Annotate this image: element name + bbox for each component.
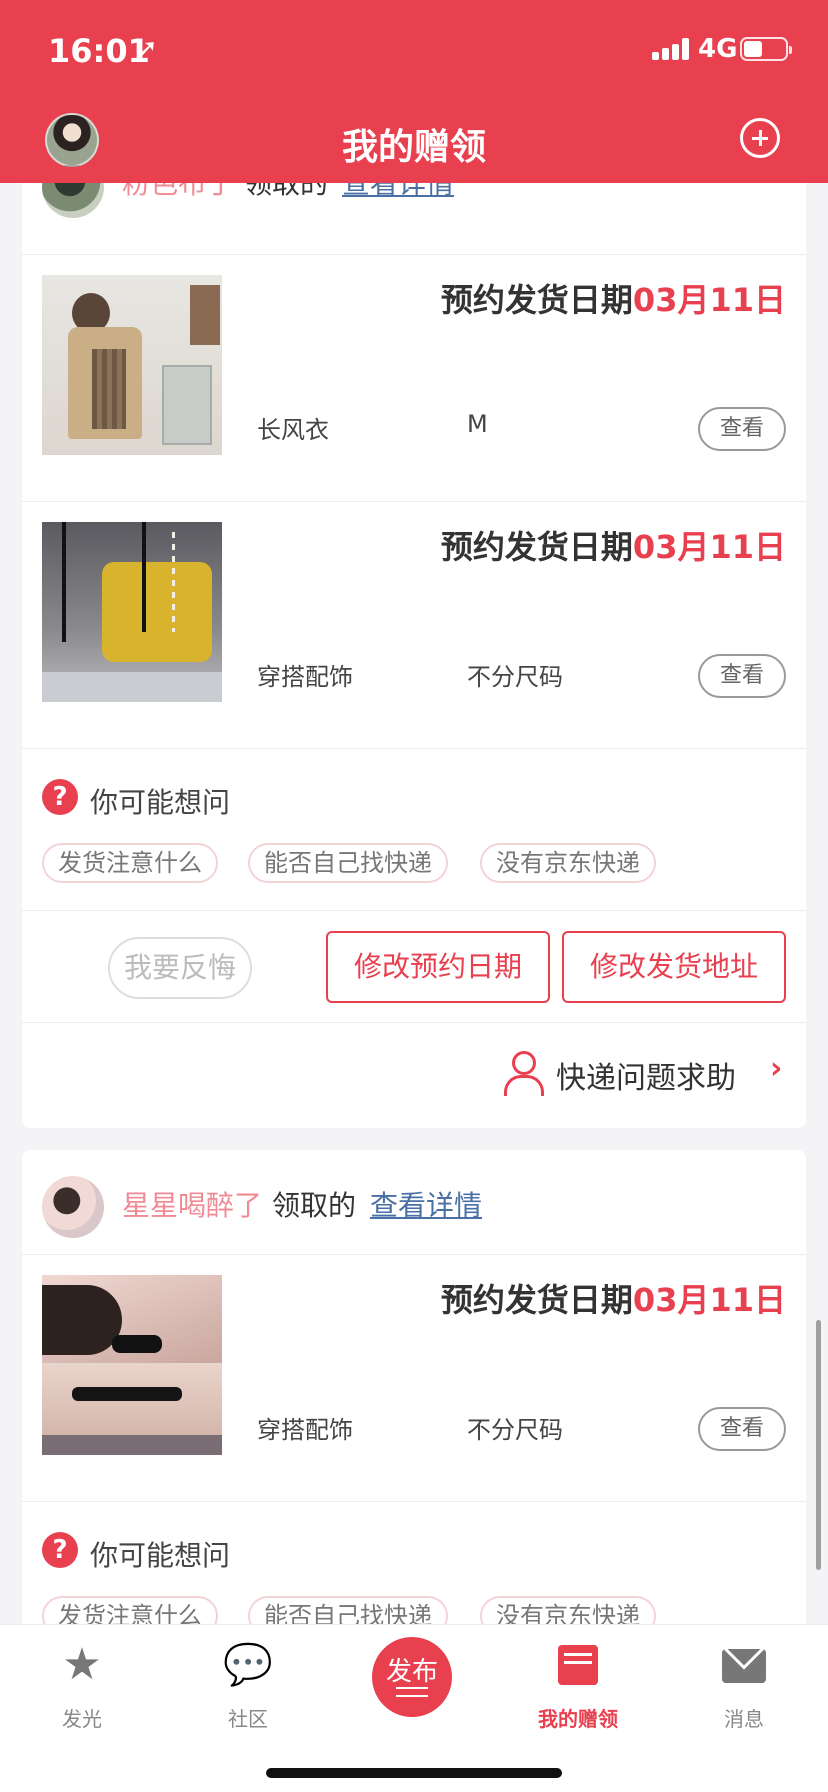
item-name: 长风衣 [257,416,329,444]
home-indicator [266,1768,562,1778]
giver-row: 星星喝醉了 领取的 查看详情 [22,1150,806,1255]
publish-icon [396,1687,428,1697]
gift-card: 粉色布丁 领取的 查看详情 预约发货日期03月11日 长风衣 M 查看 预约发货… [22,150,806,1128]
item-row: 预约发货日期03月11日 长风衣 M 查看 [22,255,806,502]
view-button[interactable]: 查看 [698,407,786,451]
ship-date: 预约发货日期03月11日 [440,528,786,566]
item-row: 预约发货日期03月11日 穿搭配饰 不分尺码 查看 [22,502,806,749]
gift-card: 星星喝醉了 领取的 查看详情 预约发货日期03月11日 穿搭配饰 不分尺码 查看… [22,1150,806,1650]
item-photo[interactable] [42,1275,222,1455]
giver-name[interactable]: 星星喝醉了 [122,1184,262,1224]
faq-section: ? 你可能想问 发货注意什么 能否自己找快递 没有京东快递 [22,749,806,911]
gift-book-icon [518,1641,638,1685]
item-size: 不分尺码 [467,663,563,691]
item-photo[interactable] [42,522,222,702]
status-time: 16:01 [48,32,150,70]
scroll-indicator[interactable] [816,1320,821,1570]
item-name: 穿搭配饰 [257,1416,353,1444]
courier-help-row[interactable]: 快递问题求助 › [22,1023,806,1123]
page-title: 我的赠领 [341,127,486,168]
ship-date: 预约发货日期03月11日 [440,281,786,319]
faq-tag[interactable]: 能否自己找快递 [248,843,448,883]
faq-tag[interactable]: 没有京东快递 [480,843,656,883]
location-arrow-icon: ➚ [136,34,158,64]
chat-bubble-icon: 💬 [223,1642,273,1688]
giver-action-text: 领取的 [272,1189,357,1222]
faq-tag[interactable]: 发货注意什么 [42,843,218,883]
publish-label: 发布 [385,1657,438,1687]
app-header: 16:01 ➚ 4G 我的赠领 [0,0,828,183]
view-button[interactable]: 查看 [698,654,786,698]
signal-icon [652,38,692,60]
status-bar: 16:01 ➚ 4G [0,0,828,95]
giver-avatar[interactable] [42,1176,104,1238]
tab-label: 社区 [228,1707,268,1731]
item-size: 不分尺码 [467,1416,563,1444]
change-address-button[interactable]: 修改发货地址 [562,931,786,1003]
question-icon: ? [42,779,78,815]
ship-date: 预约发货日期03月11日 [440,1281,786,1319]
faq-title: 你可能想问 [90,1539,231,1572]
action-row: 我要反悔 修改预约日期 修改发货地址 [22,911,806,1023]
item-row: 预约发货日期03月11日 穿搭配饰 不分尺码 查看 [22,1255,806,1502]
add-icon[interactable] [740,118,780,158]
regret-button[interactable]: 我要反悔 [108,937,252,999]
tab-label: 消息 [724,1707,764,1731]
envelope-icon [684,1641,804,1683]
publish-button[interactable]: 发布 [372,1637,452,1717]
item-size: M [467,410,488,438]
faq-title: 你可能想问 [90,786,231,819]
chevron-right-icon: › [770,1051,783,1086]
change-date-button[interactable]: 修改预约日期 [326,931,550,1003]
bottom-tab-bar: ★ 发光 💬 社区 发布 我的赠领 消息 [0,1624,828,1792]
tab-label: 发光 [62,1707,102,1731]
courier-help-text[interactable]: 快递问题求助 [556,1053,736,1097]
star-icon: ★ [62,1639,102,1690]
tab-label: 我的赠领 [538,1707,618,1731]
view-button[interactable]: 查看 [698,1407,786,1451]
battery-icon [740,37,792,61]
person-icon [502,1051,544,1096]
item-photo[interactable] [42,275,222,455]
question-icon: ? [42,1532,78,1568]
item-name: 穿搭配饰 [257,663,353,691]
view-details-link[interactable]: 查看详情 [370,1184,482,1224]
network-type: 4G [698,34,738,64]
